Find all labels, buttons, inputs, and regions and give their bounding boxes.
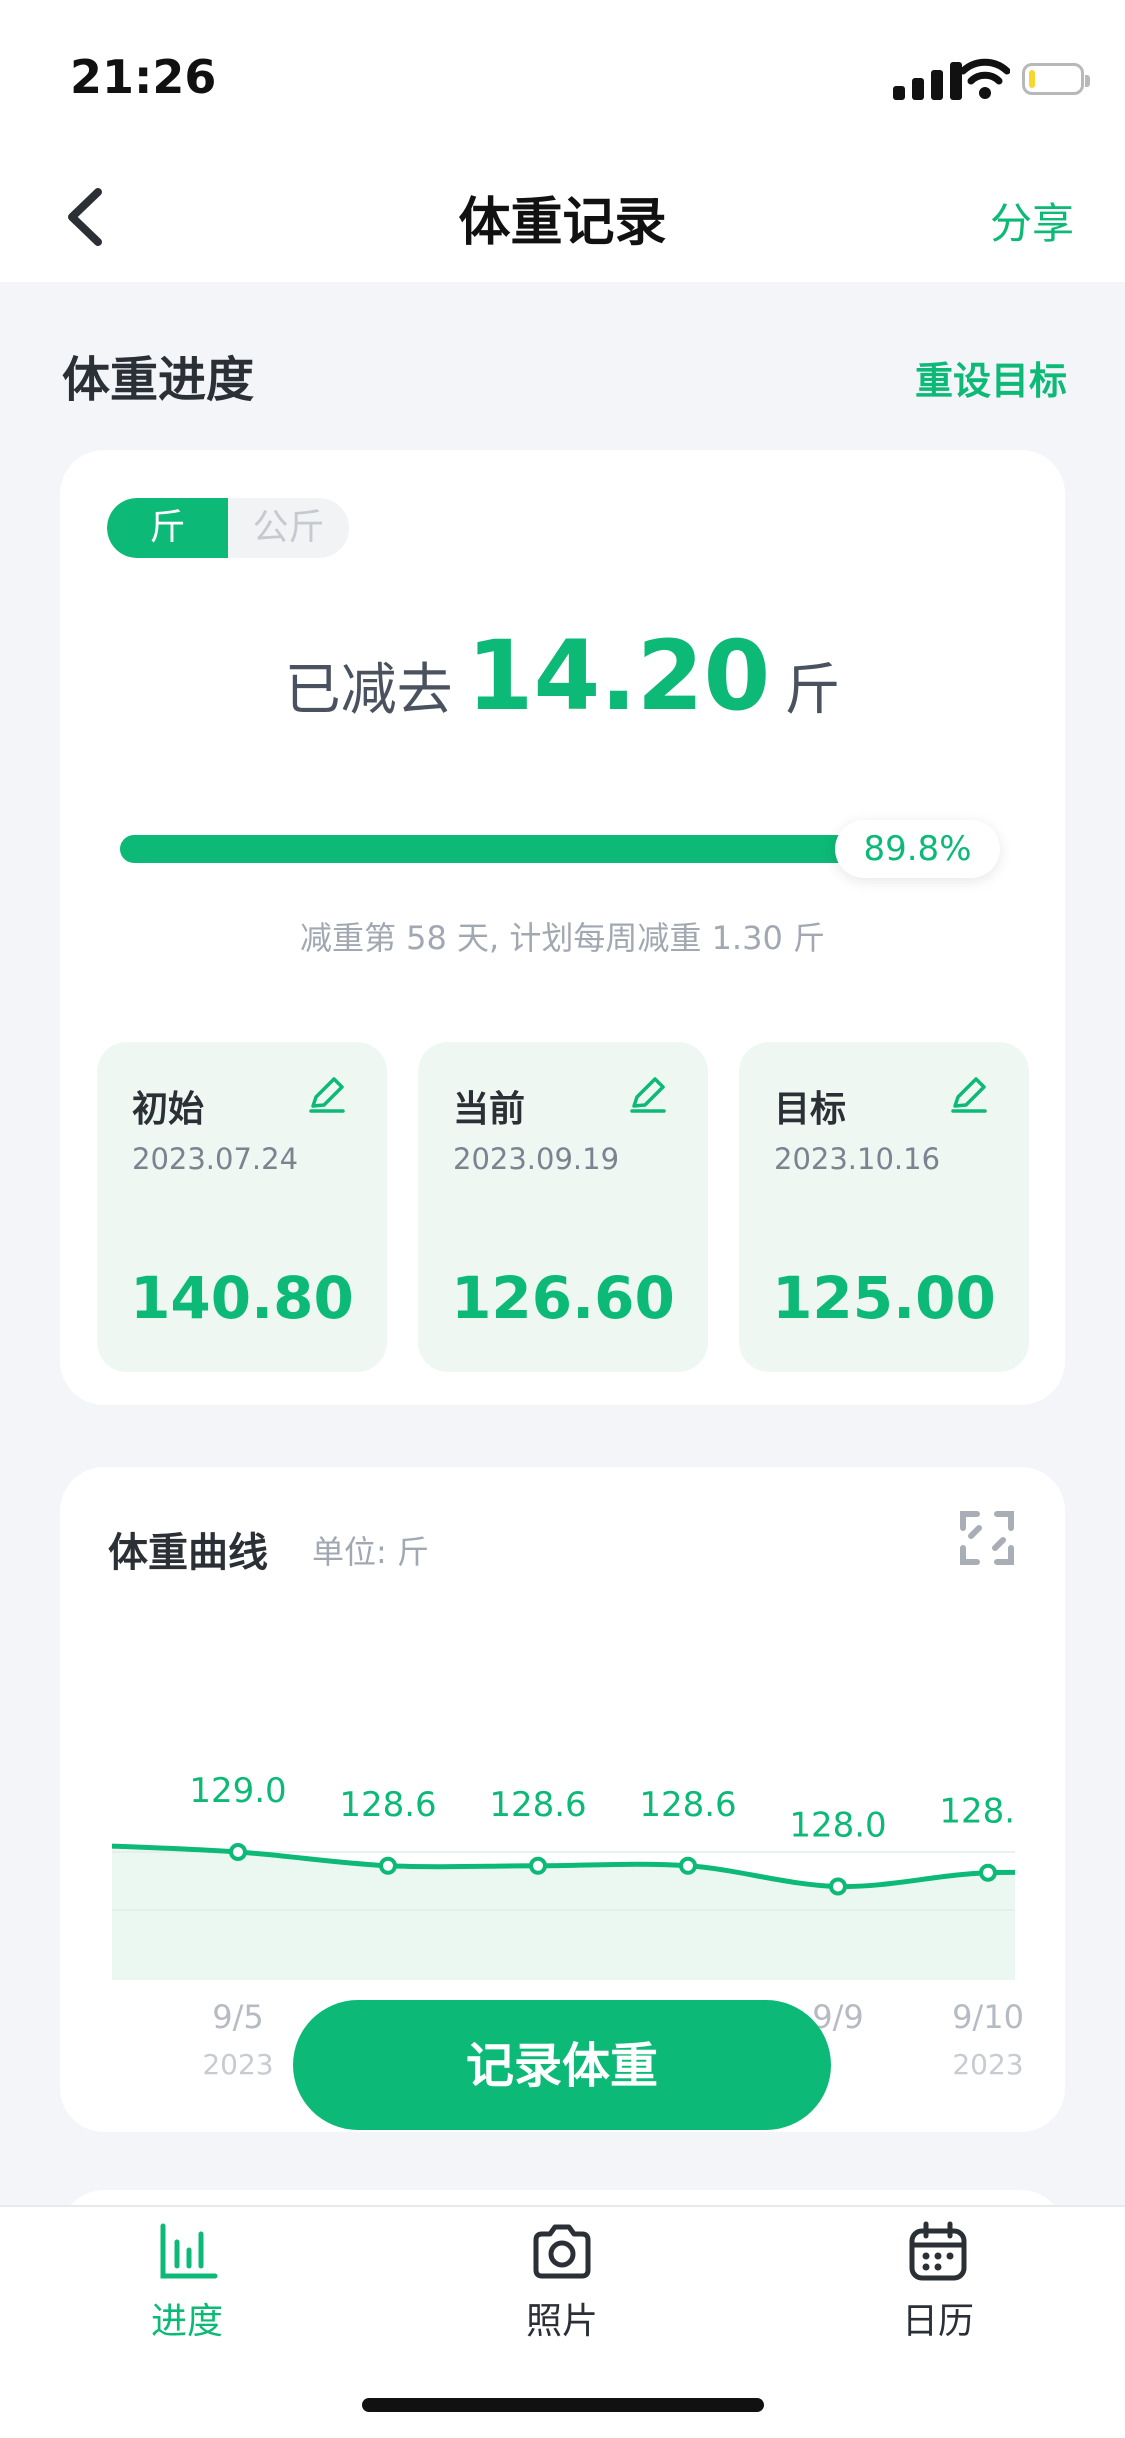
progress-bar-fill <box>120 835 911 863</box>
stat-value: 140.80 <box>130 1264 354 1332</box>
stat-label: 当前 <box>453 1089 526 1130</box>
unit-jin-tab[interactable]: 斤 <box>107 498 228 558</box>
unit-toggle[interactable]: 斤 公斤 <box>107 498 349 558</box>
chart-tick-label: 9/10 <box>952 1998 1024 2036</box>
tab-calendar[interactable]: 日历 <box>838 2220 1038 2350</box>
chart-data-label: 128.6 <box>339 1785 436 1825</box>
chart-data-label: 128.0 <box>789 1806 886 1846</box>
stat-goal-card[interactable]: 目标 2023.10.16 125.00 <box>739 1042 1029 1372</box>
unit-kg-tab[interactable]: 公斤 <box>228 498 349 558</box>
calendar-icon <box>909 2221 967 2281</box>
chart-point[interactable] <box>229 1843 247 1861</box>
stat-date: 2023.07.24 <box>132 1142 299 1176</box>
stat-current-card[interactable]: 当前 2023.09.19 126.60 <box>418 1042 708 1372</box>
bar-chart-icon <box>160 2223 218 2279</box>
chart-data-label: 128.6 <box>489 1785 586 1825</box>
tab-progress[interactable]: 进度 <box>87 2220 287 2350</box>
chart-point[interactable] <box>379 1856 397 1875</box>
chart-tick-year-label: 2023 <box>202 2048 273 2081</box>
chart-data-label: 128.6 <box>639 1785 736 1825</box>
plan-text: 减重第 58 天, 计划每周减重 1.30 斤 <box>299 919 825 957</box>
edit-icon[interactable] <box>626 1072 670 1116</box>
section-title: 体重进度 <box>62 352 255 408</box>
page-title: 体重记录 <box>458 193 667 253</box>
weight-lost-summary: 已减去 14.20 斤 <box>0 620 1125 732</box>
fullscreen-icon[interactable] <box>957 1508 1017 1568</box>
battery-icon <box>1022 63 1090 95</box>
chart-plot: 2 129.0 128.6 128.6 128.6 128.0 128.4 <box>77 1764 1036 1980</box>
weight-lost-unit: 斤 <box>784 658 841 723</box>
share-button[interactable]: 分享 <box>990 190 1074 251</box>
stat-date: 2023.10.16 <box>774 1142 941 1176</box>
stat-label: 目标 <box>774 1089 847 1130</box>
chart-point[interactable] <box>979 1863 997 1882</box>
chart-data-label: 128.4 <box>939 1792 1036 1832</box>
home-indicator <box>362 2398 764 2412</box>
curve-title: 体重曲线 <box>108 1530 268 1576</box>
edit-icon[interactable] <box>947 1072 991 1116</box>
progress-percent: 89.8% <box>835 820 1000 878</box>
stat-value: 126.60 <box>451 1264 675 1332</box>
stat-label: 初始 <box>132 1089 205 1130</box>
chart-point[interactable] <box>829 1877 847 1896</box>
status-time: 21:26 <box>70 50 217 104</box>
tab-label: 进度 <box>150 2301 223 2342</box>
chart-point[interactable] <box>679 1856 697 1875</box>
weight-lost-value: 14.20 <box>466 620 771 732</box>
curve-unit: 单位: 斤 <box>312 1533 429 1571</box>
weight-lost-prefix: 已减去 <box>284 658 453 723</box>
edit-icon[interactable] <box>305 1072 349 1116</box>
reset-goal-button[interactable]: 重设目标 <box>915 350 1067 405</box>
tab-photos[interactable]: 照片 <box>462 2220 662 2350</box>
tab-label: 照片 <box>525 2301 598 2342</box>
tab-label: 日历 <box>901 2301 974 2342</box>
chart-tick-year-label: 2023 <box>952 2048 1023 2081</box>
chart-tick-label: 9/5 <box>212 1998 264 2036</box>
camera-icon <box>533 2224 591 2279</box>
cellular-signal-icon <box>893 60 965 100</box>
chart-data-label: 2 <box>77 1764 99 1804</box>
wifi-icon <box>960 58 1010 99</box>
stat-date: 2023.09.19 <box>453 1142 620 1176</box>
stat-initial-card[interactable]: 初始 2023.07.24 140.80 <box>97 1042 387 1372</box>
chart-data-label: 129.0 <box>189 1771 286 1811</box>
record-weight-button[interactable]: 记录体重 <box>293 2000 831 2130</box>
stat-value: 125.00 <box>772 1264 996 1332</box>
chart-point[interactable] <box>529 1856 547 1875</box>
